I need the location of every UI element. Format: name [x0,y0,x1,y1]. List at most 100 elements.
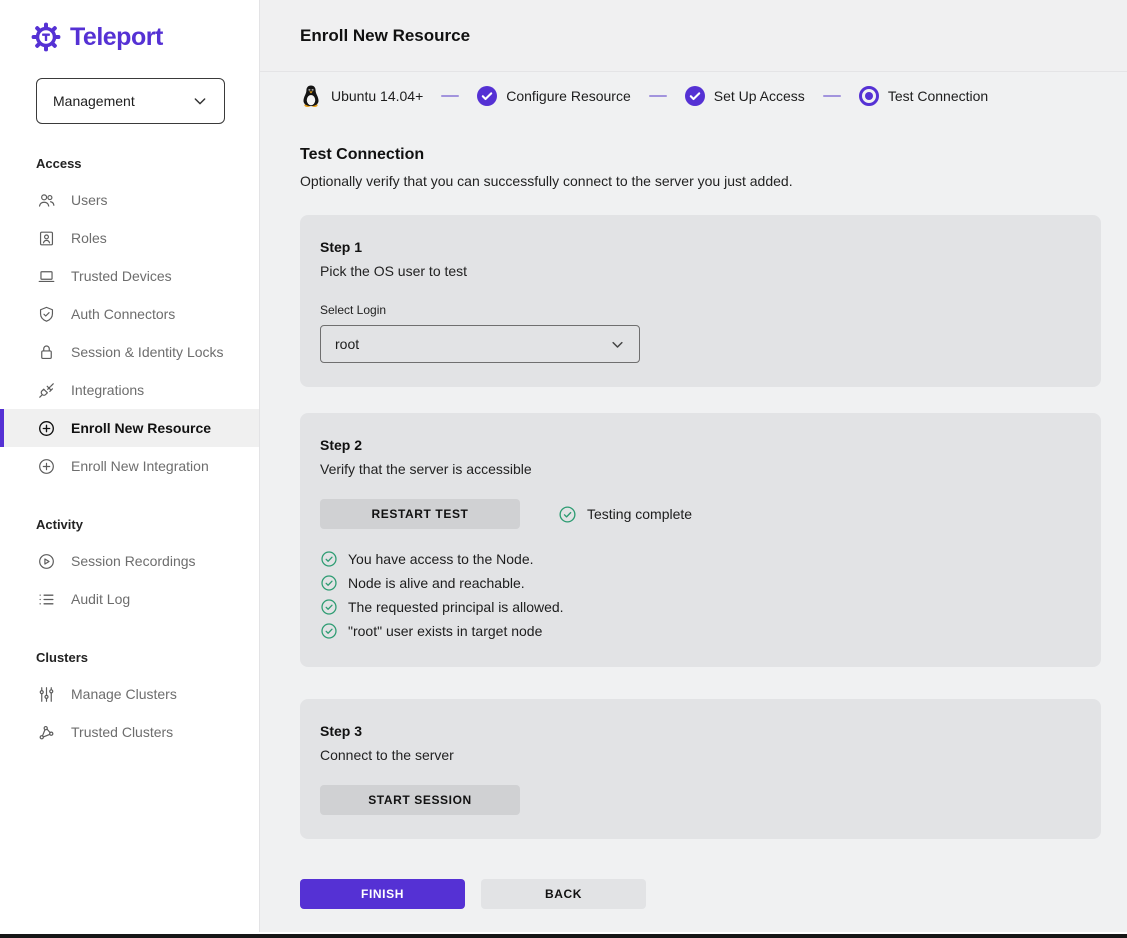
workspace-selector-value: Management [53,93,135,109]
sliders-icon [36,685,56,704]
sidebar-section-clusters: Clusters [0,650,259,665]
step1-description: Pick the OS user to test [320,263,1077,279]
check-item: Node is alive and reachable. [320,571,1077,595]
check-circle-icon [558,505,577,524]
check-circle-icon [320,622,338,640]
stepper-step-label: Configure Resource [506,88,631,104]
select-login-label: Select Login [320,303,1077,317]
step-current-icon [859,86,879,106]
check-item-text: Node is alive and reachable. [348,575,525,591]
main-area: Enroll New Resource Ubuntu 14.04+ [260,0,1127,932]
sidebar-item-enroll-new-integration[interactable]: Enroll New Integration [0,447,259,485]
sidebar-item-trusted-devices[interactable]: Trusted Devices [0,257,259,295]
test-status: Testing complete [558,505,692,524]
sidebar-item-label: Integrations [71,382,144,398]
sidebar-item-users[interactable]: Users [0,181,259,219]
sidebar-item-audit-log[interactable]: Audit Log [0,580,259,618]
teleport-wordmark: Teleport [70,23,163,52]
check-circle-icon [320,598,338,616]
list-icon [36,590,56,609]
sidebar-item-manage-clusters[interactable]: Manage Clusters [0,675,259,713]
laptop-icon [36,267,56,286]
finish-button[interactable]: FINISH [300,879,465,909]
play-circle-icon [36,552,56,571]
users-icon [36,191,56,210]
shield-check-icon [36,305,56,324]
chevron-down-icon [192,93,208,109]
cluster-nodes-icon [36,723,56,742]
sidebar-item-auth-connectors[interactable]: Auth Connectors [0,295,259,333]
step2-description: Verify that the server is accessible [320,461,1077,477]
page-title: Enroll New Resource [300,26,470,46]
sidebar-item-session-identity-locks[interactable]: Session & Identity Locks [0,333,259,371]
sidebar-item-session-recordings[interactable]: Session Recordings [0,542,259,580]
login-select[interactable]: root [320,325,640,363]
step2-card: Step 2 Verify that the server is accessi… [300,413,1101,667]
stepper-connector [649,95,667,97]
step3-title: Step 3 [320,723,1077,739]
sidebar-item-label: Auth Connectors [71,306,175,322]
check-circle-icon [320,574,338,592]
sidebar-item-label: Roles [71,230,107,246]
sidebar-section-access: Access [0,156,259,171]
start-session-button[interactable]: START SESSION [320,785,520,815]
lock-icon [36,343,56,362]
step1-title: Step 1 [320,239,1077,255]
login-select-value: root [335,336,359,352]
sidebar-item-label: Enroll New Integration [71,458,209,474]
plus-circle-icon [36,419,56,438]
test-connection-content: Test Connection Optionally verify that y… [260,120,1127,909]
check-item-text: "root" user exists in target node [348,623,542,639]
check-item-text: You have access to the Node. [348,551,534,567]
sidebar-item-label: Audit Log [71,591,130,607]
test-checklist: You have access to the Node. Node is ali… [320,547,1077,643]
sidebar-item-label: Manage Clusters [71,686,177,702]
plug-icon [36,381,56,400]
sidebar-item-integrations[interactable]: Integrations [0,371,259,409]
app-window: Teleport Management Access Users Roles [0,0,1127,932]
stepper-step-label: Set Up Access [714,88,805,104]
stepper-resource-label: Ubuntu 14.04+ [331,88,423,104]
section-subtitle: Optionally verify that you can successfu… [300,173,1101,189]
page-header: Enroll New Resource [260,0,1127,72]
sidebar-item-roles[interactable]: Roles [0,219,259,257]
stepper-connector [823,95,841,97]
stepper-step-label: Test Connection [888,88,988,104]
enroll-stepper: Ubuntu 14.04+ Configure Resource Set Up … [260,72,1127,120]
step2-title: Step 2 [320,437,1077,453]
sidebar: Teleport Management Access Users Roles [0,0,260,932]
plus-circle-icon [36,457,56,476]
sidebar-item-trusted-clusters[interactable]: Trusted Clusters [0,713,259,751]
id-card-icon [36,229,56,248]
check-item: "root" user exists in target node [320,619,1077,643]
stepper-connector [441,95,459,97]
window-bottom-edge [0,932,1127,938]
check-item: You have access to the Node. [320,547,1077,571]
wizard-footer-actions: FINISH BACK [300,879,1101,909]
check-item-text: The requested principal is allowed. [348,599,564,615]
check-item: The requested principal is allowed. [320,595,1077,619]
linux-tux-icon [300,84,322,108]
sidebar-item-label: Trusted Clusters [71,724,173,740]
check-circle-icon [320,550,338,568]
step1-card: Step 1 Pick the OS user to test Select L… [300,215,1101,387]
step-completed-icon [477,86,497,106]
sidebar-item-label: Session & Identity Locks [71,344,224,360]
sidebar-item-label: Trusted Devices [71,268,172,284]
restart-test-button[interactable]: RESTART TEST [320,499,520,529]
sidebar-item-label: Users [71,192,108,208]
step3-description: Connect to the server [320,747,1077,763]
teleport-gear-icon [31,22,61,52]
sidebar-item-label: Enroll New Resource [71,420,211,436]
sidebar-section-activity: Activity [0,517,259,532]
section-title: Test Connection [300,146,1101,164]
workspace-selector[interactable]: Management [36,78,225,124]
back-button[interactable]: BACK [481,879,646,909]
step3-card: Step 3 Connect to the server START SESSI… [300,699,1101,839]
test-status-text: Testing complete [587,506,692,522]
chevron-down-icon [610,337,625,352]
sidebar-item-label: Session Recordings [71,553,196,569]
step-completed-icon [685,86,705,106]
sidebar-item-enroll-new-resource[interactable]: Enroll New Resource [0,409,259,447]
teleport-logo[interactable]: Teleport [0,22,259,52]
